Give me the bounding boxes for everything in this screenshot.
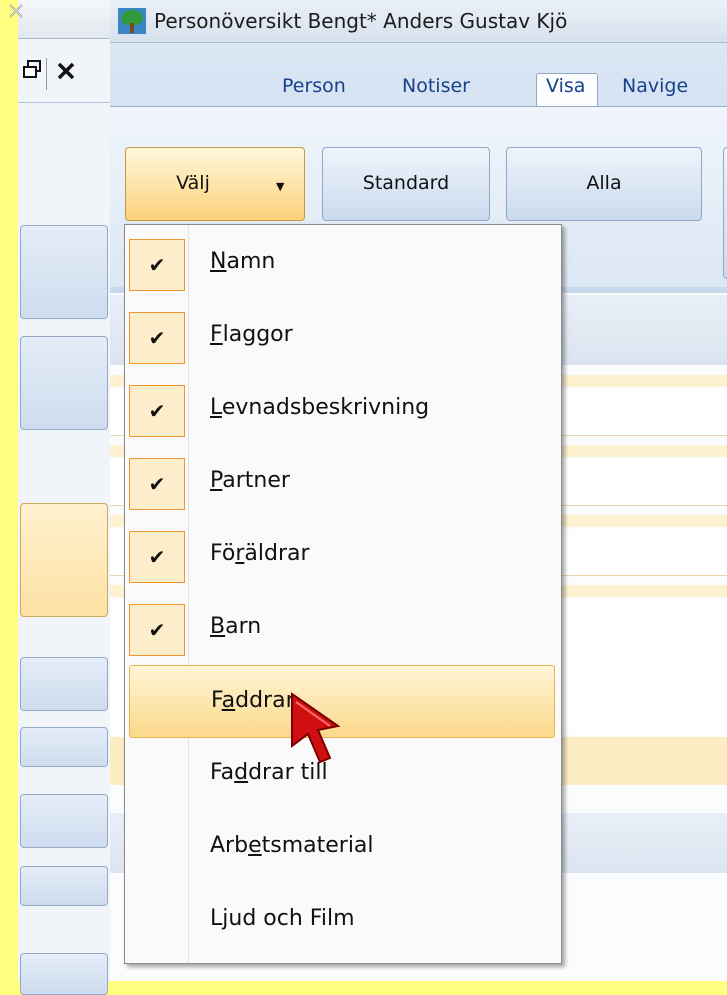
menu-item-namn[interactable]: ✔ Namn [129,233,555,295]
restore-window-icon[interactable] [18,58,47,90]
menu-item-label: Faddrar [211,688,295,713]
left-panel-button[interactable] [20,657,108,711]
window-title: Personöversikt Bengt* Anders Gustav Kjö [154,9,568,33]
menu-item-foraldrar[interactable]: ✔ Föräldrar [129,525,555,587]
left-panel-button[interactable] [20,794,108,848]
menu-item-label: Föräldrar [210,541,310,566]
left-panel-button[interactable] [20,225,108,319]
check-icon: ✔ [129,458,185,510]
chevron-down-icon: ▼ [276,180,285,193]
alla-button[interactable]: Alla [506,147,702,221]
standard-button[interactable]: Standard [322,147,490,221]
tab-visa[interactable]: Visa [546,75,585,97]
menu-item-faddrar[interactable]: Faddrar [129,665,555,738]
ribbon-button-partial[interactable] [723,147,727,279]
check-icon: ✔ [129,312,185,364]
left-panel-divider [18,102,110,103]
menu-item-faddrar-till[interactable]: Faddrar till [129,744,555,806]
valj-label: Välj [176,172,210,194]
close-icon[interactable] [5,0,31,24]
tab-person[interactable]: Person [282,75,346,97]
left-panel-button[interactable] [20,866,108,906]
menu-item-label: Flaggor [210,322,293,347]
menu-item-partner[interactable]: ✔ Partner [129,452,555,514]
left-panel-button-selected[interactable] [20,503,108,617]
check-icon: ✔ [129,385,185,437]
left-panel-button[interactable] [20,953,108,995]
check-icon: ✔ [129,531,185,583]
menu-item-label: Namn [210,249,276,274]
mouse-cursor-icon [286,686,342,766]
menu-item-label: Partner [210,468,290,493]
left-panel [18,0,110,995]
menu-item-flaggor[interactable]: ✔ Flaggor [129,306,555,368]
left-panel-titlebar [18,0,110,39]
tree-icon [118,8,146,34]
alla-label: Alla [586,172,622,194]
tab-navigera[interactable]: Navige [622,75,688,97]
check-icon: ✔ [129,604,185,656]
menu-item-label: Arbetsmaterial [210,833,374,858]
valj-button[interactable]: Välj ▼ [125,147,305,221]
menu-item-levnadsbeskrivning[interactable]: ✔ Levnadsbeskrivning [129,379,555,441]
tab-notiser[interactable]: Notiser [402,75,470,97]
close-window-icon[interactable] [48,58,84,90]
left-panel-button[interactable] [20,336,108,430]
menu-item-ljud-och-film[interactable]: Ljud och Film [129,890,555,952]
title-bar: Personöversikt Bengt* Anders Gustav Kjö [110,0,727,43]
menu-item-barn[interactable]: ✔ Barn [129,598,555,660]
menu-item-label: Barn [210,614,262,639]
valj-dropdown-menu: ✔ Namn ✔ Flaggor ✔ Levnadsbeskrivning ✔ … [124,224,562,964]
left-panel-button[interactable] [20,727,108,767]
standard-label: Standard [362,172,450,194]
menu-item-label: Levnadsbeskrivning [210,395,430,420]
menu-item-arbetsmaterial[interactable]: Arbetsmaterial [129,817,555,879]
check-icon: ✔ [129,239,185,291]
menu-item-label: Ljud och Film [210,906,355,931]
